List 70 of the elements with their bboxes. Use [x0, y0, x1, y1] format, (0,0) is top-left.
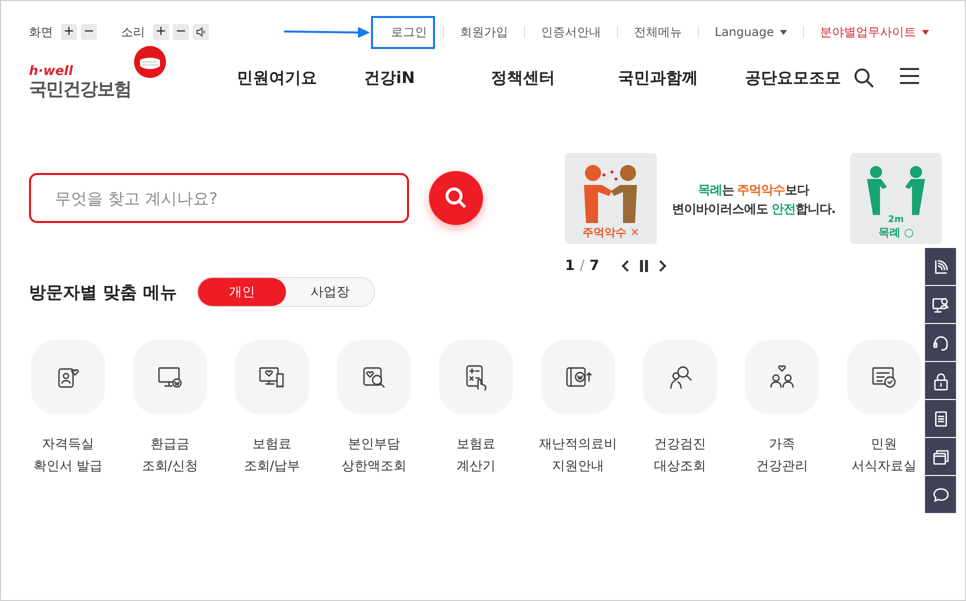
menu-label[interactable]: 보험료 조회/납부: [244, 434, 300, 478]
menu-tile[interactable]: [235, 340, 309, 414]
banner-message: 목례는 주먹악수보다 변이바이러스에도 안전합니다.: [670, 180, 836, 218]
visitor-tab[interactable]: 개인: [198, 278, 286, 306]
chevron-left-icon: [621, 260, 630, 272]
sound-label: 소리: [121, 24, 145, 40]
menu-tile[interactable]: [337, 340, 411, 414]
menu-label[interactable]: 보험료 계산기: [456, 434, 496, 478]
zoom-out-button[interactable]: −: [81, 24, 97, 40]
tile-label: 목례 ○: [878, 225, 914, 240]
menu-tile[interactable]: [133, 340, 207, 414]
menu-label[interactable]: 본인부담 상한액조회: [342, 434, 406, 478]
search-icon: [445, 187, 467, 209]
menu-label[interactable]: 재난적의료비 지원안내: [539, 434, 617, 478]
top-link[interactable]: 인증서안내: [532, 20, 609, 44]
next-button[interactable]: [659, 260, 668, 272]
caret-icon: [922, 30, 929, 34]
nav-item[interactable]: 건강iN: [364, 68, 491, 88]
menu-tile[interactable]: [541, 340, 615, 414]
distance-label: 2m: [888, 215, 904, 225]
volume-up-button[interactable]: +: [153, 24, 169, 40]
page-total: 7: [589, 258, 600, 274]
volume-down-button[interactable]: −: [173, 24, 189, 40]
quick-menu-button[interactable]: [925, 476, 956, 513]
quick-menu-button[interactable]: [925, 438, 956, 475]
menu-tile[interactable]: [643, 340, 717, 414]
top-link[interactable]: 회원가입: [452, 20, 516, 44]
speaker-button[interactable]: [193, 24, 209, 40]
quick-menu-button[interactable]: [925, 286, 956, 323]
dropdown-link[interactable]: 분야별업무사이트: [812, 20, 937, 44]
menu-icon[interactable]: [900, 68, 919, 84]
nav-item[interactable]: 민원여기요: [237, 68, 364, 88]
menu-label[interactable]: 환급금 조회/신청: [142, 434, 198, 478]
quick-menu-button[interactable]: [925, 324, 956, 361]
menu-label[interactable]: 자격득실 확인서 발급: [33, 434, 103, 478]
zoom-in-button[interactable]: +: [61, 24, 77, 40]
menu-tile[interactable]: [439, 340, 513, 414]
quick-menu-button[interactable]: [925, 362, 956, 399]
page-current: 1: [565, 258, 575, 274]
menu-label[interactable]: 민원 서식자료실: [852, 434, 916, 478]
logo-text: 국민건강보험: [29, 79, 131, 101]
top-link[interactable]: 로그인: [370, 16, 435, 48]
quick-menu-button[interactable]: [925, 400, 956, 437]
speaker-icon: [196, 27, 206, 37]
search-icon[interactable]: [854, 68, 874, 88]
caret-icon: [780, 30, 787, 34]
top-link[interactable]: 전체메뉴: [626, 20, 690, 44]
screen-label: 화면: [29, 24, 53, 40]
nav-item[interactable]: 정책센터: [491, 68, 618, 88]
menu-label[interactable]: 건강검진 대상조회: [654, 434, 706, 478]
pause-button[interactable]: [639, 260, 650, 272]
visitor-tab[interactable]: 사업장: [286, 278, 374, 306]
previous-button[interactable]: [621, 260, 630, 272]
nav-item[interactable]: 공단요모조모: [745, 68, 872, 88]
dropdown-link[interactable]: Language: [706, 21, 795, 43]
quick-menu-button[interactable]: [925, 248, 956, 285]
nav-item[interactable]: 국민과함께: [618, 68, 745, 88]
search-field[interactable]: 무엇을 찾고 계시나요?: [29, 173, 409, 223]
masked-face-icon: [133, 45, 167, 79]
page-separator: /: [580, 258, 584, 274]
menu-label[interactable]: 가족 건강관리: [756, 434, 808, 478]
menu-tile[interactable]: [745, 340, 819, 414]
search-button[interactable]: [429, 171, 483, 225]
menu-tile[interactable]: [847, 340, 921, 414]
logo-tagline: h·well: [29, 65, 74, 79]
section-title: 방문자별 맞춤 메뉴: [29, 282, 177, 304]
menu-tile[interactable]: [31, 340, 105, 414]
chevron-right-icon: [659, 260, 668, 272]
pause-icon: [639, 260, 650, 272]
tile-label: 주먹악수 ✕: [582, 225, 640, 240]
